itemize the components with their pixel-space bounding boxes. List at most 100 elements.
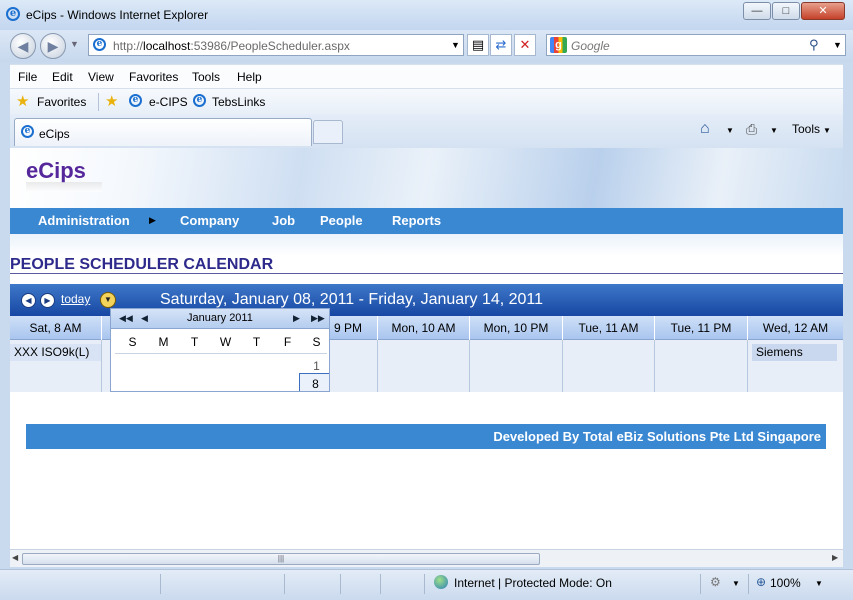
scroll-left-icon[interactable]: ◀ <box>12 553 18 562</box>
calendar-day[interactable]: 1 <box>301 359 329 373</box>
schedule-cell[interactable]: XXX ISO9k(L) <box>10 340 102 392</box>
weekday-label: T <box>190 335 199 349</box>
schedule-cell[interactable] <box>655 340 748 392</box>
column-header: Sat, 8 AM <box>10 316 102 340</box>
next-year-icon[interactable]: ▶▶ <box>311 313 325 324</box>
date-picker-popup: ◀◀ ◀ January 2011 ▶ ▶▶ S M T W T F S 1 8 <box>110 308 330 392</box>
nav-job[interactable]: Job <box>272 213 295 228</box>
menu-file[interactable]: File <box>18 70 37 84</box>
column-header: Mon, 10 AM <box>378 316 470 340</box>
nav-people[interactable]: People <box>320 213 363 228</box>
fav-link-tebslinks[interactable]: TebsLinks <box>212 95 265 109</box>
protected-mode-icon[interactable]: ⚙ <box>710 575 721 589</box>
horizontal-scrollbar[interactable]: ◀ ||| ▶ <box>10 549 843 567</box>
search-box[interactable]: g Google ⚲ ▼ <box>546 34 846 56</box>
site-nav: Administration ▶ Company Job People Repo… <box>10 208 843 234</box>
compatibility-view-icon[interactable]: ▤ <box>467 34 489 56</box>
tools-button[interactable]: Tools <box>792 122 820 136</box>
status-separator <box>424 574 425 594</box>
menu-favorites[interactable]: Favorites <box>129 70 178 84</box>
weekday-label: S <box>128 335 137 349</box>
favorites-star-icon: ★ <box>16 93 30 110</box>
address-dropdown-icon[interactable]: ▼ <box>451 40 460 50</box>
maximize-button[interactable]: □ <box>772 2 800 20</box>
status-separator <box>160 574 161 594</box>
today-link[interactable]: today <box>61 292 90 306</box>
page-content: eCips Administration ▶ Company Job Peopl… <box>10 148 843 549</box>
date-range: Saturday, January 08, 2011 - Friday, Jan… <box>160 291 544 308</box>
logo-reflection <box>26 182 102 192</box>
zoom-dropdown-icon[interactable]: ▼ <box>815 579 823 588</box>
protected-dropdown-icon[interactable]: ▼ <box>732 579 740 588</box>
site-banner <box>10 148 843 208</box>
column-header: Tue, 11 PM <box>655 316 748 340</box>
column-header: Wed, 12 AM <box>762 321 829 335</box>
tools-dropdown-icon[interactable]: ▼ <box>823 126 831 135</box>
scroll-right-icon[interactable]: ▶ <box>832 553 838 562</box>
calendar-dropdown-icon[interactable]: ▼ <box>100 292 116 308</box>
schedule-cell[interactable] <box>563 340 655 392</box>
schedule-cell[interactable]: Siemens <box>748 340 843 392</box>
minimize-button[interactable]: — <box>743 2 771 20</box>
weekday-label: S <box>312 335 321 349</box>
forward-button[interactable]: ▶ <box>40 33 66 59</box>
schedule-cell[interactable] <box>378 340 470 392</box>
column-header: Tue, 11 AM <box>563 316 655 340</box>
prev-period-icon[interactable]: ◀ <box>21 293 36 308</box>
link-page-icon: e <box>129 94 142 107</box>
search-placeholder[interactable]: Google <box>571 39 610 53</box>
print-dropdown-icon[interactable]: ▼ <box>770 126 778 135</box>
history-dropdown-icon[interactable]: ▼ <box>70 39 79 49</box>
menu-view[interactable]: View <box>88 70 114 84</box>
title-divider <box>10 273 843 274</box>
status-separator <box>700 574 701 594</box>
next-period-icon[interactable]: ▶ <box>40 293 55 308</box>
status-bar: Internet | Protected Mode: On ⚙ ▼ ⊕ 100%… <box>0 569 853 600</box>
print-icon[interactable]: ⎙ <box>746 121 757 138</box>
search-icon[interactable]: ⚲ <box>809 37 819 53</box>
home-icon[interactable]: ⌂ <box>700 120 710 138</box>
back-button[interactable]: ◀ <box>10 33 36 59</box>
event-block[interactable]: XXX ISO9k(L) <box>10 344 101 361</box>
navigation-bar: ◀ ▶ ▼ e http://localhost:53986/PeopleSch… <box>0 30 853 62</box>
refresh-icon[interactable]: ⇄ <box>490 34 512 56</box>
nav-administration[interactable]: Administration <box>38 213 130 228</box>
schedule-cell[interactable] <box>470 340 563 392</box>
weekday-label: T <box>252 335 261 349</box>
security-zone[interactable]: Internet | Protected Mode: On <box>454 576 612 590</box>
menu-edit[interactable]: Edit <box>52 70 73 84</box>
weekday-label: F <box>283 335 292 349</box>
page-icon: e <box>93 38 106 51</box>
zoom-icon[interactable]: ⊕ <box>756 575 766 589</box>
link-page-icon: e <box>193 94 206 107</box>
tab-page-icon: e <box>21 125 34 138</box>
prev-year-icon[interactable]: ◀◀ <box>119 313 133 324</box>
tab-ecips[interactable]: e eCips <box>14 118 312 146</box>
address-url[interactable]: http://localhost:53986/PeopleScheduler.a… <box>113 39 350 53</box>
event-block[interactable]: Siemens <box>752 344 837 361</box>
add-favorite-icon[interactable]: ★ <box>105 92 118 110</box>
globe-icon <box>434 575 448 589</box>
search-dropdown-icon[interactable]: ▼ <box>833 40 842 50</box>
menu-tools[interactable]: Tools <box>192 70 220 84</box>
site-footer: Developed By Total eBiz Solutions Pte Lt… <box>26 424 826 449</box>
next-month-icon[interactable]: ▶ <box>293 313 300 324</box>
address-bar[interactable]: e http://localhost:53986/PeopleScheduler… <box>88 34 464 56</box>
nav-reports[interactable]: Reports <box>392 213 441 228</box>
month-title[interactable]: January 2011 <box>187 312 253 324</box>
nav-company[interactable]: Company <box>180 213 239 228</box>
home-dropdown-icon[interactable]: ▼ <box>726 126 734 135</box>
status-separator <box>748 574 749 594</box>
stop-icon[interactable]: ✕ <box>514 34 536 56</box>
fav-link-ecips[interactable]: e-CIPS <box>149 95 188 109</box>
scrollbar-thumb[interactable]: ||| <box>22 553 540 565</box>
favorites-button[interactable]: Favorites <box>37 95 86 109</box>
favbar-divider <box>98 93 99 111</box>
prev-month-icon[interactable]: ◀ <box>141 313 148 324</box>
zoom-level[interactable]: 100% <box>770 576 801 590</box>
menu-help[interactable]: Help <box>237 70 262 84</box>
selected-day[interactable]: 8 <box>299 373 329 391</box>
close-window-button[interactable]: ✕ <box>801 2 845 20</box>
status-separator <box>380 574 381 594</box>
new-tab-button[interactable] <box>313 120 343 144</box>
